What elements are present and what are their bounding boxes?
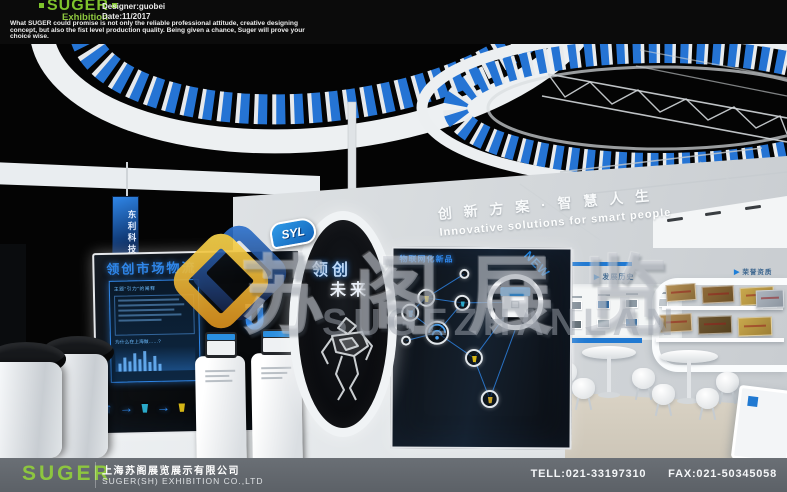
network-node: [481, 390, 499, 408]
bin-icon: [423, 294, 429, 302]
network-node: [454, 295, 470, 311]
screen-text-box: [114, 294, 195, 336]
bin-icon: [177, 401, 186, 412]
kiosk-screen: [205, 332, 237, 358]
info-screen: 主题"引力"的阐释 为什么在上海做……?: [109, 279, 201, 383]
award-plaque: [665, 283, 696, 302]
network-lines: [392, 249, 574, 452]
promise-line: choice wise.: [10, 34, 320, 41]
award-plaque: [660, 313, 693, 333]
company-name-en: SUGER(SH) EXHIBITION CO.,LTD: [102, 476, 264, 486]
timeline-photo: [597, 319, 610, 328]
promise-line: concept, but also the fist level product…: [10, 28, 320, 35]
footer-logo: SUGER: [22, 462, 112, 486]
wifi-icon: [427, 324, 447, 342]
footer-bar: SUGER 上海苏阁展览展示有限公司 SUGER(SH) EXHIBITION …: [0, 458, 787, 492]
panel-logo-icon: [747, 396, 758, 407]
oval-display: 领创 未来: [289, 211, 397, 437]
kiosk-text-decor: [261, 367, 291, 383]
header-bar: SUGER Exhibition Designer:guobei Date:11…: [0, 0, 787, 44]
logo-square-icon: [39, 3, 44, 8]
timeline-photo: [625, 318, 638, 327]
company-promise: What SUGER could promise is not only the…: [10, 21, 320, 41]
company-name-cn: 上海苏阁展览展示有限公司: [102, 462, 240, 477]
play-arrow-icon: ▶: [594, 274, 600, 281]
left-wall-title: 领创市场物流: [106, 257, 196, 278]
blue-accent-bar: [570, 262, 632, 266]
tel-number: TELL:021-33197310: [531, 468, 647, 480]
designer-line: Designer:guobei: [102, 2, 165, 11]
robot-artwork: [318, 312, 374, 408]
kiosk-body: [195, 356, 247, 458]
demo-kiosk: [196, 332, 246, 458]
network-node: [459, 269, 469, 279]
reception-panel: [731, 385, 787, 458]
honors-label: ▶荣誉资质: [734, 266, 772, 276]
design-presentation-sheet: SUGER Exhibition Designer:guobei Date:11…: [0, 0, 787, 492]
footer-divider: [95, 462, 96, 488]
kiosk-text-decor: [205, 370, 235, 386]
history-label: ▶发展历史: [594, 272, 634, 282]
chair: [572, 378, 595, 399]
timeline-photo: [597, 300, 610, 309]
screen-question: 为什么在上海做……?: [115, 337, 195, 346]
network-node: [465, 349, 483, 367]
chair: [716, 372, 739, 393]
bin-icon: [471, 354, 477, 362]
network-node: [417, 289, 435, 307]
right-graphic-wall: 物联网化新品: [390, 247, 572, 450]
screen-title: 主题"引力"的阐释: [114, 284, 194, 293]
footer-contacts: TELL:021-33197310 FAX:021-50345058: [513, 468, 777, 480]
award-plaque: [702, 285, 735, 304]
chair: [696, 388, 719, 409]
bin-icon: [460, 300, 465, 307]
product-device: [502, 287, 528, 317]
bin-icon: [407, 309, 413, 317]
chair: [652, 384, 675, 405]
play-arrow-icon: ▶: [734, 269, 740, 276]
award-plaque: [756, 290, 785, 309]
wifi-node: [425, 321, 449, 345]
oval-slogan-line2: 未来: [330, 276, 370, 300]
network-node: [401, 336, 411, 346]
chair: [632, 368, 655, 389]
skyline-graphic: [115, 346, 195, 372]
fax-number: FAX:021-50345058: [668, 468, 777, 480]
bin-icon: [140, 402, 149, 413]
booth-render: 创 新 方 案 · 智 慧 人 生 Innovative solutions f…: [0, 44, 787, 458]
right-arrow-icon: →: [119, 399, 133, 415]
magnet-icon: [245, 308, 263, 330]
network-node: [401, 304, 419, 322]
timeline-photo: [625, 299, 638, 308]
right-arrow-icon: →: [156, 399, 170, 415]
bin-icon: [487, 395, 493, 403]
new-product-circle: [487, 274, 543, 330]
cylinder-seat: [0, 362, 62, 458]
